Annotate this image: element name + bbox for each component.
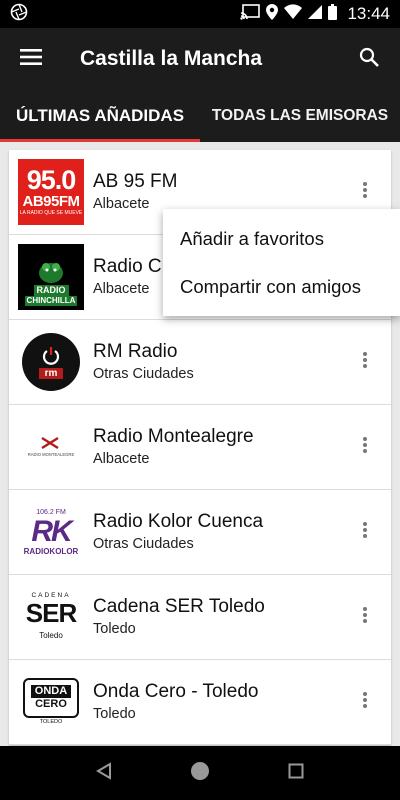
overflow-popup-menu: Añadir a favoritos Compartir con amigos: [163, 209, 400, 316]
station-logo: rm: [18, 329, 84, 395]
location-icon: [266, 3, 279, 25]
more-vert-icon: [363, 691, 367, 713]
list-item[interactable]: CADENA SER Toledo Cadena SER Toledo Tole…: [9, 575, 391, 660]
recents-icon[interactable]: [288, 763, 304, 784]
rm-logo-circle: rm: [22, 333, 80, 391]
station-city: Albacete: [93, 451, 150, 467]
logo-text: SER: [25, 598, 77, 628]
search-button[interactable]: [338, 28, 400, 90]
station-name: Onda Cero - Toledo: [93, 681, 259, 702]
logo-text: RK: [31, 514, 72, 548]
station-name: AB 95 FM: [93, 171, 178, 192]
logo-text: Toledo: [39, 631, 63, 640]
search-icon: [359, 47, 379, 72]
more-vert-icon: [363, 606, 367, 628]
system-nav-bar: [0, 746, 400, 800]
logo-text: CHINCHILLA: [24, 296, 78, 306]
list-item[interactable]: RADIO MONTEALEGRE Radio Montealegre Alba…: [9, 405, 391, 490]
more-vert-icon: [363, 436, 367, 458]
more-vert-icon: [363, 351, 367, 373]
chinchilla-mascot-icon: [39, 263, 63, 283]
menu-button[interactable]: [0, 28, 62, 90]
more-vert-icon: [363, 181, 367, 203]
hamburger-icon: [20, 48, 42, 70]
status-bar: 13:44: [0, 0, 400, 28]
cast-icon: [240, 3, 261, 25]
page-title: Castilla la Mancha: [80, 47, 263, 70]
montealegre-emblem-icon: [41, 436, 59, 450]
onda-cero-badge: ONDA CERO: [23, 678, 79, 718]
station-name: Radio Montealegre: [93, 426, 254, 447]
list-item[interactable]: ONDA CERO TOLEDO Onda Cero - Toledo Tole…: [9, 660, 391, 745]
logo-text: ONDA: [30, 685, 72, 698]
more-vert-icon: [363, 521, 367, 543]
power-icon: [42, 346, 60, 365]
more-options-button[interactable]: [347, 592, 383, 642]
app-bar: Castilla la Mancha: [0, 28, 400, 90]
list-item[interactable]: 106.2 FM RK RADIOKOLOR Radio Kolor Cuenc…: [9, 490, 391, 575]
tab-bar: ÚLTIMAS AÑADIDAS TODAS LAS EMISORAS: [0, 90, 400, 142]
station-logo: RADIO MONTEALEGRE: [18, 414, 84, 480]
station-logo: 106.2 FM RK RADIOKOLOR: [18, 499, 84, 565]
status-time: 13:44: [347, 4, 390, 23]
aperture-icon: [10, 3, 28, 26]
station-city: Toledo: [93, 621, 136, 637]
logo-text: TOLEDO: [39, 719, 63, 725]
tab-ultimas-anadidas[interactable]: ÚLTIMAS AÑADIDAS: [0, 90, 200, 142]
logo-text: RADIO: [33, 285, 69, 296]
logo-text: 95.0: [26, 165, 77, 195]
station-logo: RADIO CHINCHILLA: [18, 244, 84, 310]
signal-icon: [308, 4, 323, 25]
logo-text: CERO: [35, 698, 67, 710]
station-logo: 95.0 AB95FM LA RADIO QUE SE MUEVE: [18, 159, 84, 225]
list-item[interactable]: rm RM Radio Otras Ciudades: [9, 320, 391, 405]
station-name: Radio Kolor Cuenca: [93, 511, 264, 532]
station-name: RM Radio: [93, 341, 178, 362]
station-logo: ONDA CERO TOLEDO: [18, 669, 84, 735]
home-icon[interactable]: [190, 761, 210, 786]
more-options-button[interactable]: [347, 422, 383, 472]
menu-item-share-friends[interactable]: Compartir con amigos: [163, 263, 400, 311]
logo-text: RADIO MONTEALEGRE: [27, 451, 75, 457]
logo-text: AB95FM: [22, 193, 80, 210]
station-name: Cadena SER Toledo: [93, 596, 265, 617]
station-city: Otras Ciudades: [93, 366, 194, 382]
tab-todas-las-emisoras[interactable]: TODAS LAS EMISORAS: [200, 90, 400, 142]
logo-text: LA RADIO QUE SE MUEVE: [19, 210, 83, 216]
logo-text: RADIOKOLOR: [23, 546, 79, 556]
menu-item-add-favorites[interactable]: Añadir a favoritos: [163, 215, 400, 263]
back-icon[interactable]: [96, 761, 112, 785]
more-options-button[interactable]: [347, 337, 383, 387]
station-city: Otras Ciudades: [93, 536, 194, 552]
battery-icon: [328, 3, 338, 25]
station-city: Toledo: [93, 706, 136, 722]
more-options-button[interactable]: [347, 507, 383, 557]
logo-text: rm: [38, 367, 64, 379]
station-logo: CADENA SER Toledo: [18, 584, 84, 650]
more-options-button[interactable]: [347, 677, 383, 727]
wifi-icon: [284, 3, 303, 25]
